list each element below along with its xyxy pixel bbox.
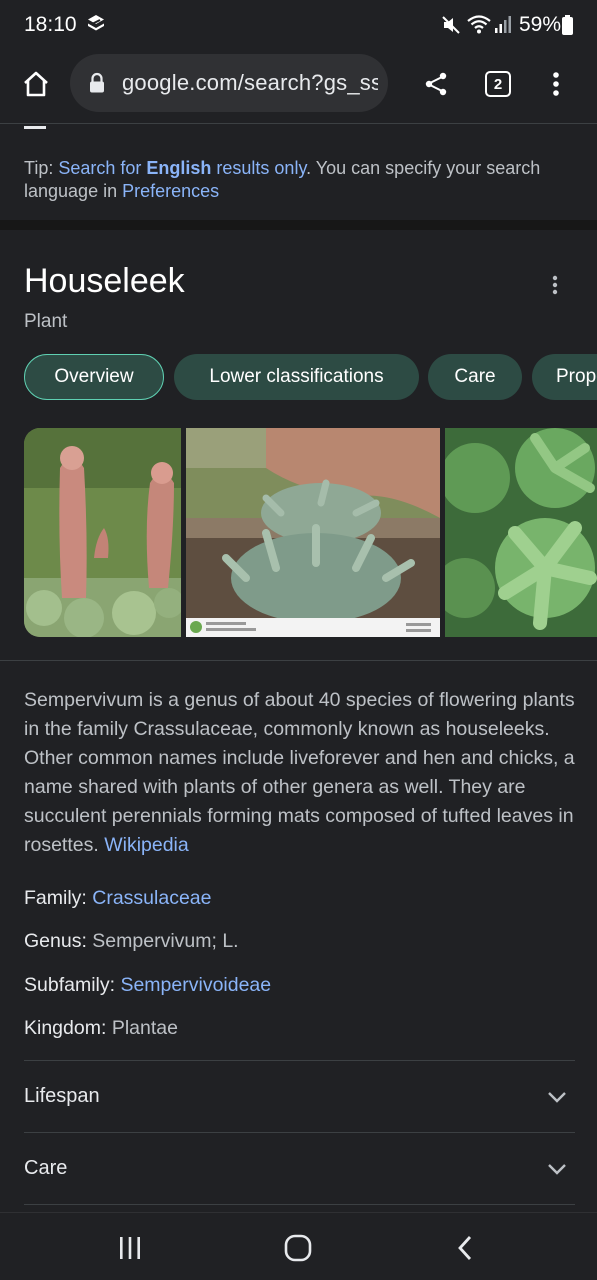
back-button[interactable] [445,1231,485,1265]
chevron-down-icon [548,1092,566,1103]
recent-apps-icon [120,1237,140,1259]
chip-overview[interactable]: Overview [24,354,164,400]
houseleek-flower-stalks-image [24,428,181,637]
browser-menu-button[interactable] [540,64,572,104]
fact-label: Kingdom: [24,1017,112,1039]
preferences-link[interactable]: Preferences [122,181,219,201]
image-carousel [24,428,597,638]
divider [24,1204,575,1205]
english-link-part1: Search for [58,158,147,178]
tab-chips: Overview Lower classifications Care Prop… [24,354,597,402]
fact-label: Family: [24,887,93,909]
share-button[interactable] [416,64,456,104]
chip-care[interactable]: Care [428,354,522,400]
care-expand-button[interactable] [544,1156,570,1182]
fact-kingdom: Kingdom: Plantae [24,1017,178,1040]
english-link-bold: English [146,158,212,178]
fact-family: Family: Crassulaceae [24,887,211,910]
houseleek-closeup-image [445,428,597,637]
battery-icon [562,15,573,35]
wikipedia-link[interactable]: Wikipedia [104,834,189,856]
address-bar[interactable]: google.com/search?gs_ssp [70,54,388,112]
family-link[interactable]: Crassulaceae [92,887,211,909]
tip-section: Tip: Search for English results only. Yo… [0,130,597,220]
accordion-care[interactable]: Care [24,1157,67,1180]
subfamily-link[interactable]: Sempervivoideae [120,974,271,996]
menu-dash [24,126,46,129]
share-icon [425,72,447,96]
more-vert-icon [552,275,558,295]
more-vert-icon [553,72,559,96]
fact-value: Plantae [111,1017,178,1039]
back-chevron-icon [458,1236,472,1260]
entity-subtitle: Plant [24,311,68,332]
english-link-part2: results only [211,158,307,178]
chip-lower-classifications[interactable]: Lower classifications [174,354,419,400]
fact-label: Genus: [24,930,93,952]
description-text: Sempervivum is a genus of about 40 speci… [24,689,575,856]
home-circle-icon [284,1234,312,1262]
home-icon [24,71,48,97]
app-notification-icon [88,15,104,31]
plant-image-1[interactable] [24,428,181,637]
tab-count: 2 [485,71,511,97]
mute-icon [442,16,460,34]
fact-subfamily: Subfamily: Sempervivoideae [24,974,271,997]
panel-more-button[interactable] [540,270,570,300]
fact-value: Sempervivum; L. [92,930,239,952]
home-nav-button[interactable] [278,1231,318,1265]
lock-icon [90,72,104,93]
battery-percentage: 59% [519,13,562,36]
tab-switcher-button[interactable]: 2 [478,64,518,104]
accordion-lifespan[interactable]: Lifespan [24,1085,100,1108]
tip-text: Tip: Search for English results only. Yo… [24,157,574,203]
lifespan-expand-button[interactable] [544,1084,570,1110]
chevron-down-icon [548,1164,566,1175]
chip-properties[interactable]: Properties [532,354,597,400]
signal-icon [495,16,511,33]
entity-description: Sempervivum is a genus of about 40 speci… [24,686,580,860]
divider [24,1132,575,1133]
home-button[interactable] [16,64,56,104]
wifi-icon [467,15,491,34]
section-divider [0,220,597,230]
plant-image-3[interactable] [445,428,597,637]
fact-genus: Genus: Sempervivum; L. [24,930,239,953]
system-navigation-bar [0,1212,597,1280]
houseleek-rosette-pot-image [186,428,440,637]
plant-image-2[interactable] [186,428,440,637]
recent-apps-button[interactable] [110,1231,150,1265]
entity-title: Houseleek [24,262,185,300]
divider [24,1060,575,1061]
status-bar: 18:10 59% [0,0,597,50]
fact-label: Subfamily: [24,974,121,996]
english-results-link[interactable]: Search for English results only [58,158,306,178]
tip-prefix: Tip: [24,158,59,178]
browser-toolbar: google.com/search?gs_ssp 2 [0,50,597,124]
divider [0,660,597,661]
status-time: 18:10 [24,13,77,36]
url-text: google.com/search?gs_ssp [122,70,378,95]
